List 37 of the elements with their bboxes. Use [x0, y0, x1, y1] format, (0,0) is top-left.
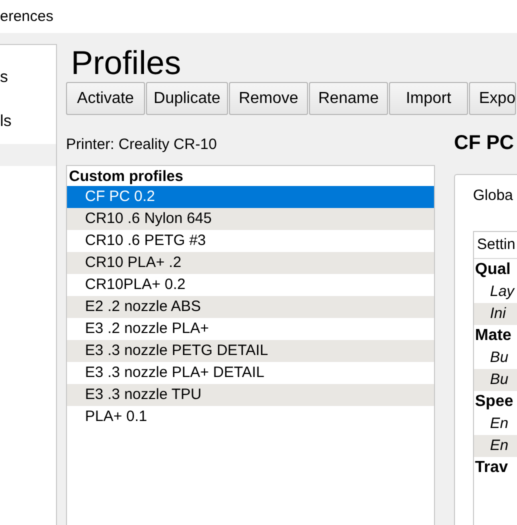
- list-header: Custom profiles: [68, 167, 184, 186]
- profile-item[interactable]: CR10 PLA+ .2: [67, 252, 434, 274]
- setting-row[interactable]: Bu: [474, 347, 517, 369]
- window-title: erences: [0, 8, 54, 25]
- tab-label[interactable]: Globa: [473, 187, 517, 209]
- setting-row[interactable]: Ini: [474, 303, 517, 325]
- toolbar-button[interactable]: Rename: [309, 82, 388, 115]
- setting-row[interactable]: En: [474, 435, 517, 457]
- setting-row[interactable]: Lay: [474, 281, 517, 303]
- profile-item[interactable]: E2 .2 nozzle ABS: [67, 296, 434, 318]
- setting-row[interactable]: En: [474, 413, 517, 435]
- toolbar-button[interactable]: Activate: [66, 82, 145, 115]
- profile-item[interactable]: E3 .3 nozzle TPU: [67, 384, 434, 406]
- printer-label: Printer: Creality CR-10: [66, 136, 218, 155]
- profile-item[interactable]: CR10 .6 Nylon 645: [67, 208, 434, 230]
- category-row[interactable]: Spee: [474, 391, 517, 413]
- toolbar-button[interactable]: Expo: [469, 82, 516, 115]
- page-title: Profiles: [71, 44, 182, 82]
- sidebar-item-highlight[interactable]: [0, 144, 56, 166]
- profile-item[interactable]: PLA+ 0.1: [67, 406, 434, 428]
- column-header[interactable]: Settin: [474, 232, 517, 259]
- toolbar-button[interactable]: Import: [389, 82, 468, 115]
- toolbar-button[interactable]: Remove: [229, 82, 308, 115]
- profile-title: CF PC: [454, 132, 515, 156]
- sidebar-item[interactable]: ls: [0, 111, 56, 133]
- profile-item[interactable]: CF PC 0.2: [67, 186, 434, 208]
- profile-item[interactable]: E3 .3 nozzle PLA+ DETAIL: [67, 362, 434, 384]
- category-row[interactable]: Qual: [474, 259, 517, 281]
- profile-item[interactable]: E3 .2 nozzle PLA+: [67, 318, 434, 340]
- category-row[interactable]: Trav: [474, 457, 517, 479]
- profile-item[interactable]: CR10PLA+ 0.2: [67, 274, 434, 296]
- setting-row[interactable]: Bu: [474, 369, 517, 391]
- toolbar-button[interactable]: Duplicate: [146, 82, 228, 115]
- profile-item[interactable]: E3 .3 nozzle PETG DETAIL: [67, 340, 434, 362]
- profile-item[interactable]: CR10 .6 PETG #3: [67, 230, 434, 252]
- category-row[interactable]: Mate: [474, 325, 517, 347]
- sidebar-item[interactable]: s: [0, 67, 56, 89]
